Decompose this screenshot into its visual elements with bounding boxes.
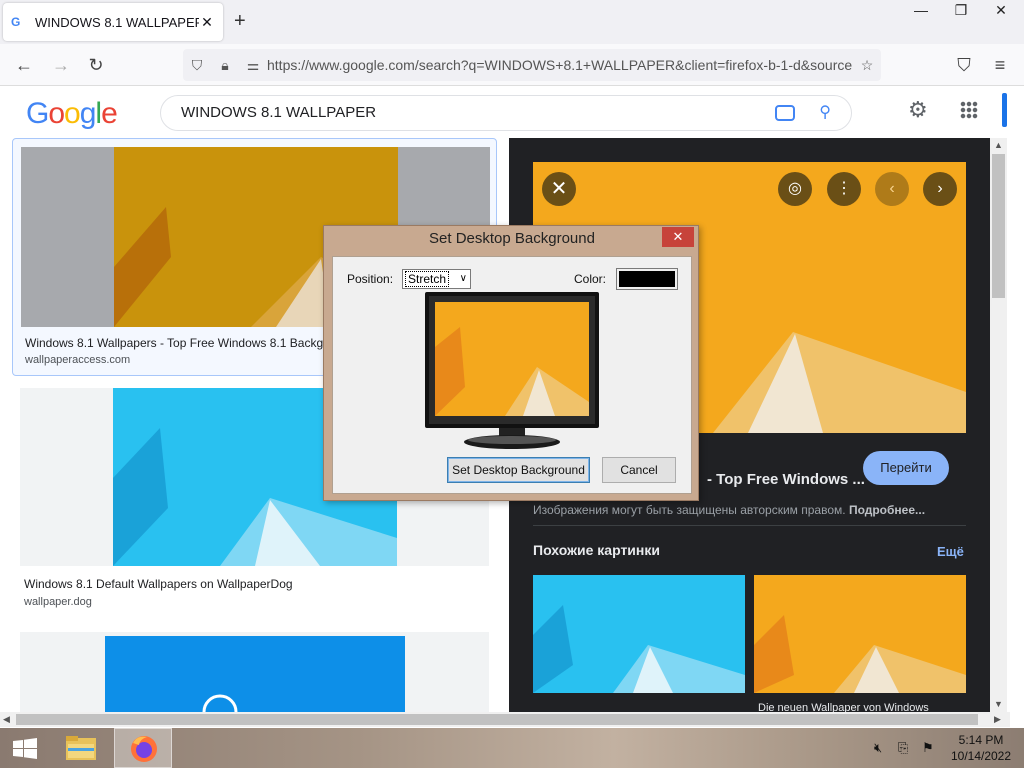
scroll-up-icon[interactable]: ▲ — [994, 140, 1003, 150]
firefox-icon — [131, 736, 157, 762]
orange-wallpaper-thumb — [754, 575, 966, 693]
scroll-right-icon[interactable]: ▶ — [994, 714, 1001, 725]
result-title[interactable]: Windows 8.1 Wallpapers - Top Free Window… — [25, 336, 323, 350]
color-label: Color: — [574, 272, 607, 286]
blue-wallpaper-thumb — [533, 575, 745, 693]
result-card[interactable] — [12, 632, 497, 712]
learn-more-link[interactable]: Подробнее... — [849, 503, 925, 517]
bookmark-star-icon[interactable]: ☆ — [853, 57, 881, 74]
lens-search-icon[interactable]: ◎ — [778, 172, 812, 206]
chevron-down-icon[interactable]: ∨ — [460, 270, 467, 288]
restore-button[interactable]: ❐ — [944, 0, 978, 20]
menu-icon[interactable]: ≡ — [988, 53, 1012, 77]
back-button[interactable]: ← — [12, 53, 36, 77]
windows-logo-icon — [13, 738, 37, 759]
close-tab-icon[interactable]: ✕ — [199, 14, 215, 31]
action-center-flag-icon[interactable]: ⚑ — [922, 740, 934, 756]
similar-image-caption[interactable]: Die neuen Wallpaper von Windows — [758, 702, 929, 712]
similar-image-thumbnail[interactable] — [754, 575, 966, 693]
horizontal-scrollbar[interactable]: ◀ ▶ — [0, 712, 1010, 727]
reload-button[interactable]: ↻ — [84, 53, 108, 77]
file-explorer-button[interactable] — [58, 728, 104, 768]
vertical-scrollbar[interactable]: ▲ ▼ — [990, 138, 1007, 712]
position-select[interactable]: Stretch ∨ — [402, 269, 471, 289]
position-label: Position: — [347, 272, 394, 286]
navigation-bar: ← → ↻ ⛉ 🔒︎ ⚌ https://www.google.com/sear… — [0, 44, 1024, 86]
scroll-down-icon[interactable]: ▼ — [994, 699, 1003, 709]
start-button[interactable] — [10, 728, 40, 768]
forward-button[interactable]: → — [49, 53, 73, 77]
blue-windows-logo-image — [105, 636, 405, 712]
folder-icon — [66, 736, 96, 760]
scroll-left-icon[interactable]: ◀ — [3, 714, 10, 725]
url-text[interactable]: https://www.google.com/search?q=WINDOWS+… — [267, 57, 853, 73]
color-picker-button[interactable] — [616, 268, 678, 290]
firefox-taskbar-button[interactable] — [114, 728, 172, 768]
search-icon[interactable]: ⚲ — [819, 96, 831, 130]
tracking-shield-icon[interactable]: ⛉ — [183, 57, 211, 74]
tab-strip: G WINDOWS 8.1 WALLPAPER – Go ✕ + — ❐ ✕ — [0, 0, 1024, 44]
search-input[interactable]: WINDOWS 8.1 WALLPAPER ⚲ — [160, 95, 852, 131]
dialog-body: Position: Stretch ∨ Color: Set Desktop B… — [332, 256, 692, 494]
color-swatch — [619, 271, 675, 287]
result-title[interactable]: Windows 8.1 Default Wallpapers on Wallpa… — [24, 577, 293, 591]
set-desktop-background-button[interactable]: Set Desktop Background — [447, 457, 590, 483]
set-desktop-background-dialog: Set Desktop Background ✕ Position: Stret… — [323, 225, 699, 501]
close-window-button[interactable]: ✕ — [984, 0, 1018, 20]
result-source[interactable]: wallpaper.dog — [24, 596, 92, 608]
cancel-button[interactable]: Cancel — [602, 457, 676, 483]
url-bar[interactable]: ⛉ 🔒︎ ⚌ https://www.google.com/search?q=W… — [183, 49, 881, 81]
clock-date: 10/14/2022 — [950, 749, 1012, 763]
browser-tab[interactable]: G WINDOWS 8.1 WALLPAPER – Go ✕ — [3, 3, 223, 41]
dialog-close-button[interactable]: ✕ — [662, 227, 694, 247]
horizontal-scroll-thumb[interactable] — [16, 714, 978, 725]
minimize-button[interactable]: — — [904, 0, 938, 20]
clock-time: 5:14 PM — [958, 733, 1004, 747]
lock-icon[interactable]: 🔒︎ — [211, 57, 239, 74]
tab-title: WINDOWS 8.1 WALLPAPER – Go — [35, 14, 199, 30]
similar-image-thumbnail[interactable] — [533, 575, 745, 693]
sign-in-button-edge[interactable] — [1002, 93, 1007, 127]
vertical-scroll-thumb[interactable] — [992, 154, 1005, 298]
dialog-title: Set Desktop Background — [429, 230, 595, 247]
close-preview-icon[interactable]: ✕ — [542, 172, 576, 206]
copyright-note: Изображения могут быть защищены авторски… — [533, 503, 925, 517]
volume-muted-icon[interactable]: 🔇︎ — [874, 740, 882, 756]
taskbar: 🔇︎ ⎘ ⚑ 5:14 PM 10/14/2022 — [0, 728, 1024, 768]
google-logo[interactable]: Google — [26, 97, 118, 131]
new-tab-button[interactable]: + — [234, 10, 246, 33]
result-thumbnail[interactable] — [20, 632, 489, 712]
visit-button[interactable]: Перейти — [863, 451, 949, 485]
copyright-text: Изображения могут быть защищены авторски… — [533, 503, 846, 517]
pocket-icon[interactable]: ⛉ — [952, 53, 976, 77]
google-header: Google WINDOWS 8.1 WALLPAPER ⚲ ⚙ — [0, 87, 1010, 137]
next-image-icon[interactable]: › — [923, 172, 957, 206]
apps-grid-icon[interactable] — [960, 101, 978, 119]
position-value[interactable]: Stretch — [404, 271, 450, 287]
preview-title[interactable]: - Top Free Windows ... — [707, 471, 865, 488]
previous-image-icon[interactable]: ‹ — [875, 172, 909, 206]
monitor-preview — [425, 292, 599, 449]
search-query[interactable]: WINDOWS 8.1 WALLPAPER — [181, 104, 376, 121]
more-link[interactable]: Ещё — [937, 544, 964, 559]
settings-gear-icon[interactable]: ⚙ — [908, 97, 928, 123]
result-source[interactable]: wallpaperaccess.com — [25, 354, 130, 366]
google-favicon-icon: G — [11, 15, 21, 29]
more-options-icon[interactable]: ⋮ — [827, 172, 861, 206]
permissions-icon[interactable]: ⚌ — [239, 57, 267, 74]
network-icon[interactable]: ⎘ — [898, 740, 908, 756]
similar-images-heading: Похожие картинки — [533, 542, 660, 558]
system-clock[interactable]: 5:14 PM 10/14/2022 — [948, 732, 1014, 764]
camera-search-icon[interactable] — [775, 105, 795, 121]
divider — [533, 525, 966, 526]
